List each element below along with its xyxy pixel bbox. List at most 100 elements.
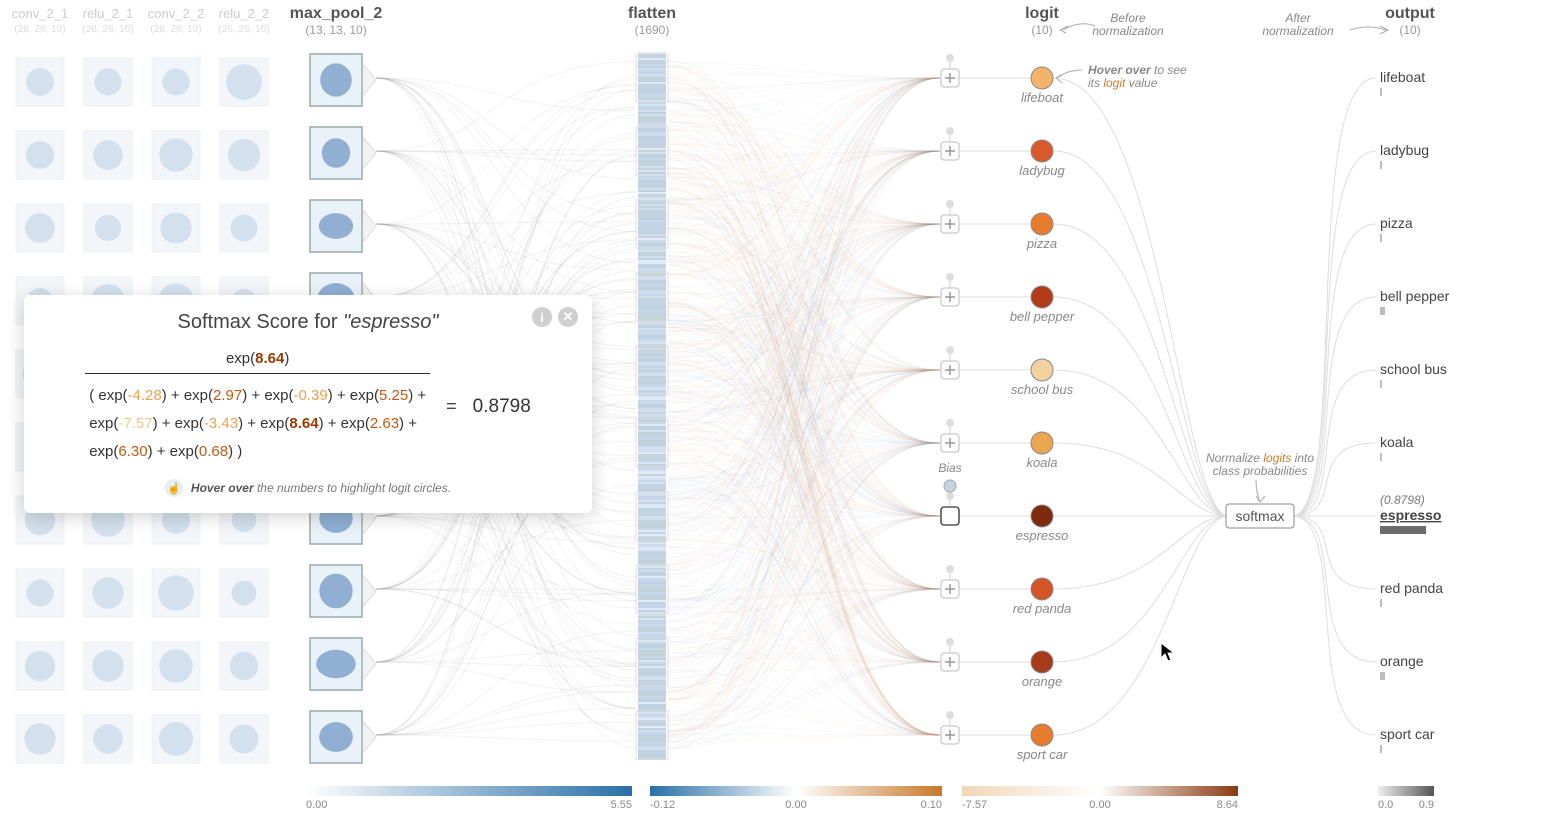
output-label[interactable]: red panda (1380, 580, 1443, 596)
output-label[interactable]: orange (1380, 653, 1424, 669)
output-label[interactable]: koala (1380, 434, 1414, 450)
svg-text:Normalize logits into: Normalize logits into (1206, 451, 1314, 465)
output-prob: (0.8798) (1380, 493, 1425, 507)
output-bar (1380, 672, 1385, 680)
add-node[interactable] (941, 726, 959, 744)
logit-value[interactable]: 2.97 (213, 387, 242, 404)
logit-label: pizza (1026, 236, 1057, 251)
logit-value[interactable]: 5.25 (379, 387, 408, 404)
svg-text:normalization: normalization (1092, 24, 1164, 38)
add-node[interactable] (941, 361, 959, 379)
svg-text:5.55: 5.55 (611, 799, 632, 811)
svg-text:relu_2_1: relu_2_1 (83, 6, 134, 21)
svg-text:0.00: 0.00 (785, 799, 806, 811)
logit-circle[interactable] (1031, 286, 1053, 308)
output-bar (1380, 307, 1385, 315)
logit-circle[interactable] (1031, 651, 1053, 673)
layer-title-logit: logit (1025, 5, 1059, 22)
logit-circle[interactable] (1031, 359, 1053, 381)
svg-text:0.00: 0.00 (1089, 799, 1110, 811)
bias-dot (946, 711, 954, 719)
logit-circle[interactable] (1031, 724, 1053, 746)
logit-label: bell pepper (1010, 309, 1075, 324)
output-label[interactable]: espresso (1380, 507, 1441, 523)
bias-dot (946, 200, 954, 208)
logit-value[interactable]: 0.68 (199, 443, 228, 460)
logit-value[interactable]: 8.64 (255, 350, 284, 367)
logit-value[interactable]: 8.64 (289, 415, 318, 432)
info-icon[interactable]: i (532, 307, 552, 327)
svg-text:relu_2_2: relu_2_2 (219, 6, 270, 21)
output-bar (1380, 234, 1382, 242)
logit-label: koala (1026, 455, 1057, 470)
logit-label: ladybug (1019, 163, 1065, 178)
bias-circle[interactable] (944, 480, 956, 492)
svg-text:(28, 28, 10): (28, 28, 10) (14, 24, 65, 35)
softmax-result: 0.8798 (473, 396, 531, 418)
svg-text:conv_2_2: conv_2_2 (148, 6, 204, 21)
bias-dot (946, 492, 954, 500)
logit-value[interactable]: -0.39 (294, 387, 328, 404)
svg-text:Before: Before (1110, 11, 1146, 25)
logit-circle[interactable] (1031, 432, 1053, 454)
popup-hint: ☝ Hover over the numbers to highlight lo… (46, 479, 570, 497)
logit-label: red panda (1013, 601, 1072, 616)
svg-text:Hover over to see: Hover over to see (1088, 63, 1187, 77)
close-icon[interactable]: ✕ (558, 307, 578, 327)
color-scale (306, 786, 632, 796)
add-node[interactable] (941, 142, 959, 160)
logit-circle[interactable] (1031, 140, 1053, 162)
logit-label: espresso (1016, 528, 1069, 543)
add-node[interactable] (941, 580, 959, 598)
output-label[interactable]: school bus (1380, 361, 1447, 377)
fraction-numerator: exp(8.64) (226, 348, 289, 373)
logit-value[interactable]: 2.63 (370, 415, 399, 432)
logit-circle[interactable] (1031, 578, 1053, 600)
logit-value[interactable]: -7.57 (118, 415, 152, 432)
logit-circle[interactable] (1031, 67, 1053, 89)
output-label[interactable]: lifeboat (1380, 69, 1425, 85)
bias-label: Bias (938, 461, 961, 475)
output-label[interactable]: bell pepper (1380, 288, 1450, 304)
svg-text:-7.57: -7.57 (962, 799, 987, 811)
svg-text:After: After (1284, 11, 1311, 25)
cursor-icon (1160, 642, 1178, 664)
svg-text:0.00: 0.00 (306, 799, 327, 811)
layer-title-maxpool: max_pool_2 (290, 5, 383, 22)
output-bar (1380, 380, 1382, 388)
layer-title-flatten: flatten (628, 5, 676, 22)
svg-text:normalization: normalization (1262, 24, 1334, 38)
svg-text:class probabilities: class probabilities (1213, 464, 1308, 478)
logit-value[interactable]: 6.30 (118, 443, 147, 460)
logit-label: orange (1022, 674, 1062, 689)
color-scale (962, 786, 1238, 796)
svg-text:its logit value: its logit value (1088, 76, 1158, 90)
bias-dot (946, 638, 954, 646)
logit-value[interactable]: -4.28 (128, 387, 162, 404)
bias-dot (946, 127, 954, 135)
add-node[interactable] (941, 653, 959, 671)
logit-circle[interactable] (1031, 213, 1053, 235)
svg-text:0.10: 0.10 (921, 799, 942, 811)
bias-dot (946, 54, 954, 62)
output-label[interactable]: sport car (1380, 726, 1435, 742)
layer-title-output: output (1385, 5, 1435, 22)
svg-text:conv_2_1: conv_2_1 (12, 6, 68, 21)
add-node[interactable] (941, 69, 959, 87)
add-node[interactable] (941, 215, 959, 233)
logit-circle[interactable] (1031, 505, 1053, 527)
output-label[interactable]: pizza (1380, 215, 1413, 231)
logit-label: school bus (1011, 382, 1074, 397)
layer-shape-flatten: (1690) (635, 23, 670, 37)
pointer-icon: ☝ (165, 479, 183, 497)
output-bar (1380, 526, 1426, 534)
add-node[interactable] (941, 434, 959, 452)
output-label[interactable]: ladybug (1380, 142, 1429, 158)
layer-shape-output: (10) (1399, 23, 1420, 37)
bias-dot (946, 346, 954, 354)
bias-dot (946, 273, 954, 281)
layer-shape-maxpool: (13, 13, 10) (305, 23, 366, 37)
logit-value[interactable]: -3.43 (204, 415, 238, 432)
add-node[interactable] (941, 288, 959, 306)
svg-text:(28, 28, 10): (28, 28, 10) (150, 24, 201, 35)
